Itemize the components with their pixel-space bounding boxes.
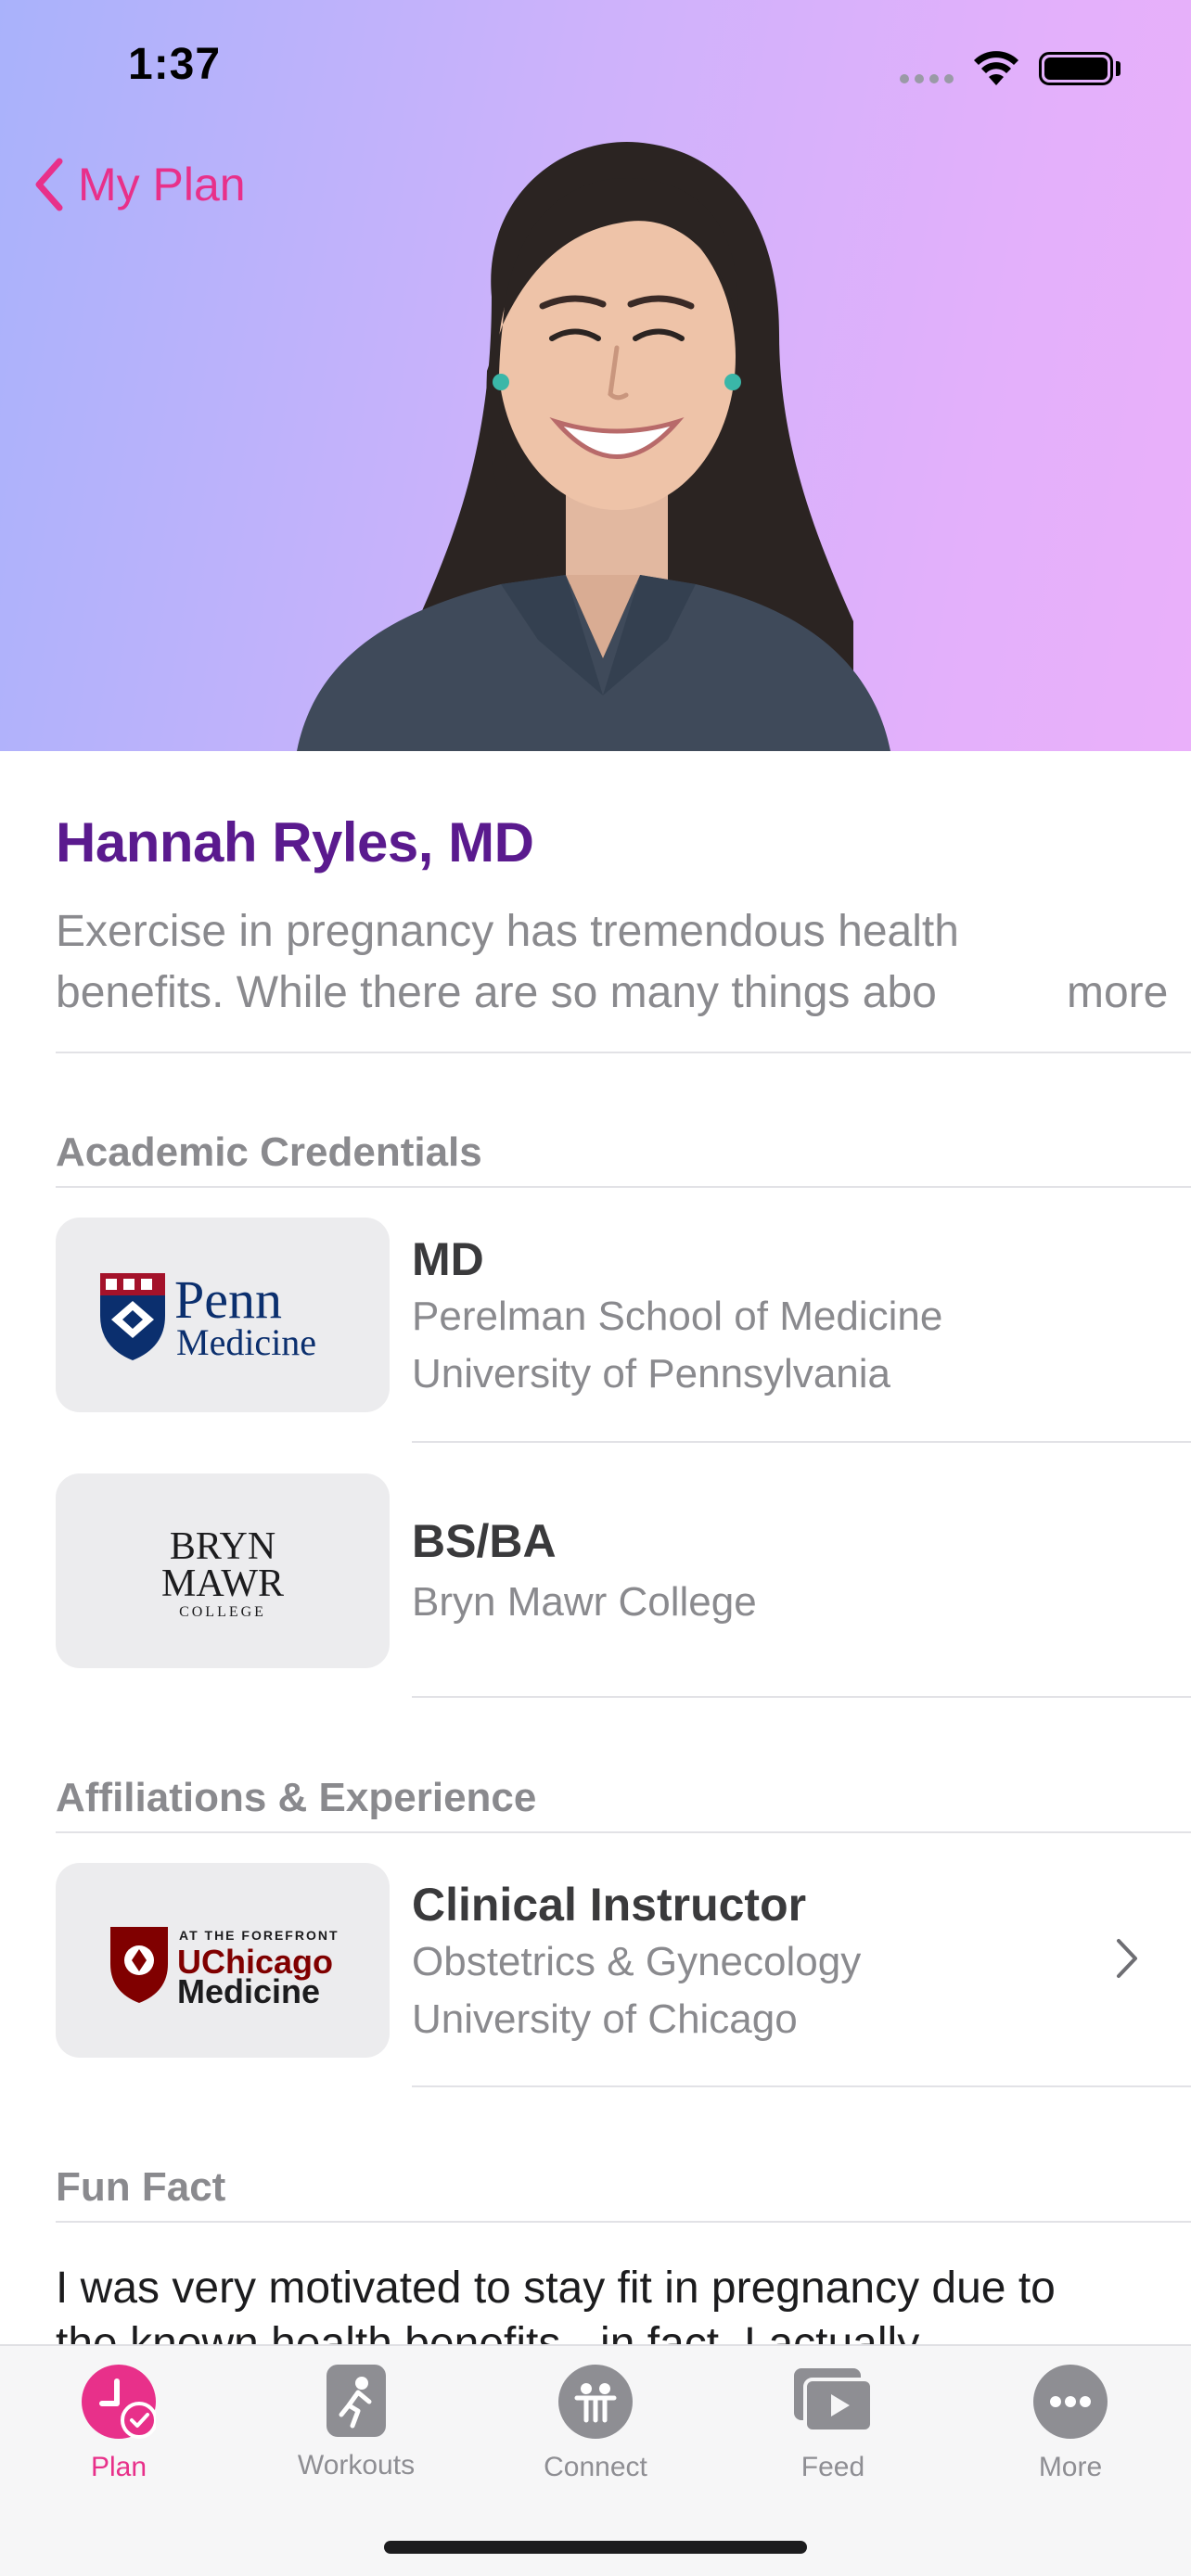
- section-title-fun-fact: Fun Fact: [56, 2164, 226, 2210]
- tab-workouts[interactable]: Workouts: [263, 2365, 449, 2481]
- divider: [56, 1831, 1191, 1833]
- cellular-signal-icon: [900, 74, 954, 83]
- divider: [56, 2221, 1191, 2223]
- uc-logo-small: AT THE FOREFRONT: [179, 1928, 339, 1943]
- divider: [56, 1052, 1191, 1053]
- affiliation-role: Clinical Instructor: [412, 1879, 807, 1931]
- tab-workouts-label: Workouts: [297, 2450, 416, 2480]
- affiliation-institution: University of Chicago: [412, 1996, 798, 2042]
- section-title-affiliations: Affiliations & Experience: [56, 1775, 537, 1820]
- credential-degree: MD: [412, 1233, 484, 1285]
- wifi-icon: [974, 51, 1018, 85]
- tab-connect[interactable]: Connect: [503, 2365, 688, 2483]
- uchicago-medicine-logo: AT THE FOREFRONT UChicago Medicine: [56, 1863, 390, 2058]
- plan-icon: [82, 2365, 156, 2439]
- status-bar: 1:37: [0, 0, 1191, 130]
- penn-medicine-logo: Penn Medicine: [56, 1218, 390, 1412]
- back-label: My Plan: [78, 159, 246, 210]
- tab-plan[interactable]: Plan: [26, 2365, 211, 2483]
- tab-plan-label: Plan: [90, 2452, 147, 2482]
- doctor-bio[interactable]: Exercise in pregnancy has tremendous hea…: [56, 901, 1168, 1024]
- fun-fact-text-line1: I was very motivated to stay fit in preg…: [56, 2264, 1056, 2313]
- bryn-logo-word2: MAWR: [161, 1562, 284, 1605]
- divider: [412, 1441, 1191, 1443]
- credential-row: BRYN MAWR COLLEGE BS/BA Bryn Mawr Colleg…: [56, 1473, 1191, 1668]
- affiliation-department: Obstetrics & Gynecology: [412, 1939, 862, 1984]
- tab-feed[interactable]: Feed: [740, 2365, 926, 2483]
- tab-more-label: More: [1038, 2452, 1103, 2482]
- divider: [56, 1186, 1191, 1188]
- back-button[interactable]: My Plan: [33, 158, 246, 211]
- credential-university: University of Pennsylvania: [412, 1351, 891, 1396]
- section-title-academic: Academic Credentials: [56, 1129, 482, 1175]
- divider: [412, 2085, 1191, 2087]
- workouts-icon: [327, 2365, 386, 2437]
- status-time: 1:37: [128, 40, 222, 89]
- bryn-mawr-logo: BRYN MAWR COLLEGE: [56, 1473, 390, 1668]
- doctor-name: Hannah Ryles, MD: [56, 811, 534, 874]
- feed-icon: [792, 2365, 874, 2439]
- credential-row: Penn Medicine MD Perelman School of Medi…: [56, 1218, 1191, 1412]
- affiliation-row[interactable]: AT THE FOREFRONT UChicago Medicine Clini…: [56, 1863, 1191, 2058]
- uc-logo-word2: Medicine: [177, 1972, 320, 2007]
- more-link[interactable]: more: [1067, 963, 1168, 1024]
- bryn-logo-word3: COLLEGE: [179, 1604, 266, 1620]
- divider: [412, 1696, 1191, 1698]
- home-indicator[interactable]: [384, 2541, 807, 2554]
- profile-header: 1:37 My Plan: [0, 0, 1191, 751]
- credential-school: Perelman School of Medicine: [412, 1294, 943, 1339]
- tab-connect-label: Connect: [544, 2452, 647, 2482]
- connect-icon: [558, 2365, 633, 2439]
- doctor-portrait: [297, 141, 890, 751]
- chevron-right-icon: [1117, 1939, 1137, 1978]
- chevron-left-icon: [35, 158, 63, 211]
- credential-school: Bryn Mawr College: [412, 1579, 757, 1625]
- penn-logo-word2: Medicine: [176, 1321, 316, 1363]
- battery-cap: [1116, 61, 1121, 76]
- bio-fade: [946, 901, 1085, 1024]
- more-icon: [1033, 2365, 1108, 2439]
- tab-feed-label: Feed: [800, 2452, 865, 2482]
- battery-icon: [1039, 52, 1113, 85]
- credential-degree: BS/BA: [412, 1515, 557, 1567]
- tab-more[interactable]: More: [978, 2365, 1163, 2483]
